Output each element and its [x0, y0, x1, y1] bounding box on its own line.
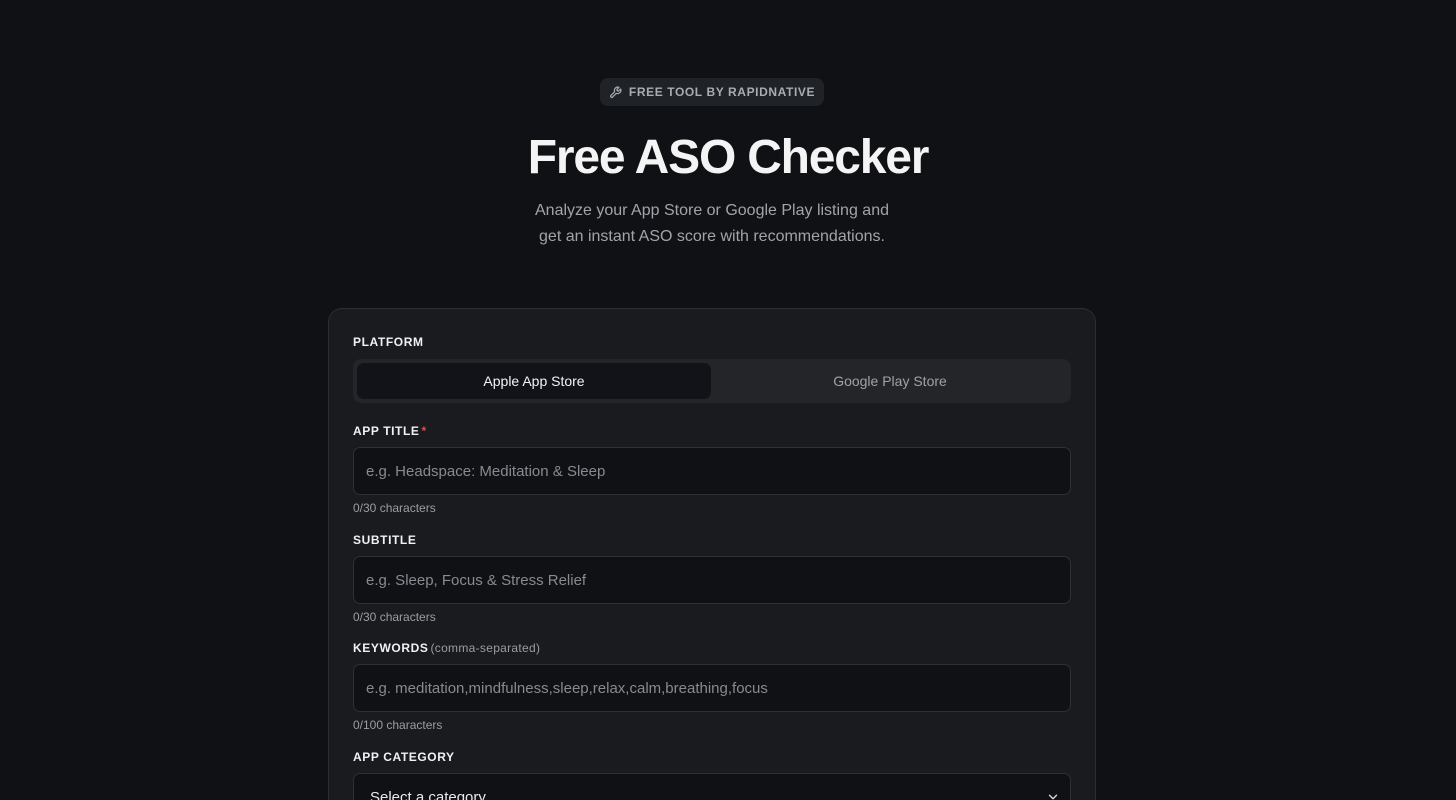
keywords-label: KEYWORDS (comma-separated): [353, 641, 541, 655]
app-title-input[interactable]: [354, 448, 1070, 494]
subtitle-input[interactable]: [354, 557, 1070, 603]
app-title-label: APP TITLE *: [353, 424, 427, 438]
aso-form-card: PLATFORM Apple App Store Google Play Sto…: [328, 308, 1096, 800]
page-subtitle: Analyze your App Store or Google Play li…: [535, 202, 889, 245]
keywords-field: [353, 664, 1071, 712]
subtitle-counter: 0/30 characters: [353, 610, 436, 624]
platform-option-google[interactable]: Google Play Store: [713, 363, 1067, 399]
app-category-select[interactable]: Select a category: [353, 773, 1071, 800]
badge-label: FREE TOOL BY RAPIDNATIVE: [628, 85, 816, 99]
app-category-value: Select a category: [370, 788, 486, 800]
keywords-counter: 0/100 characters: [353, 718, 443, 732]
app-title-field: [353, 447, 1071, 495]
keywords-input[interactable]: [354, 665, 1070, 711]
keywords-hint: (comma-separated): [430, 641, 541, 655]
required-marker: *: [421, 424, 427, 438]
platform-label: PLATFORM: [353, 335, 424, 349]
page-title: Free ASO Checker: [527, 131, 930, 184]
aso-checker-page: FREE TOOL BY RAPIDNATIVE Free ASO Checke…: [0, 0, 1456, 800]
chevron-down-icon: [1048, 794, 1058, 800]
platform-option-apple[interactable]: Apple App Store: [357, 363, 711, 399]
subtitle-field: [353, 556, 1071, 604]
free-tool-badge: FREE TOOL BY RAPIDNATIVE: [600, 78, 824, 106]
wrench-icon: [609, 85, 622, 98]
app-category-label: APP CATEGORY: [353, 750, 455, 764]
platform-toggle: Apple App Store Google Play Store: [353, 359, 1071, 403]
subtitle-label: SUBTITLE: [353, 533, 417, 547]
app-title-counter: 0/30 characters: [353, 501, 436, 515]
